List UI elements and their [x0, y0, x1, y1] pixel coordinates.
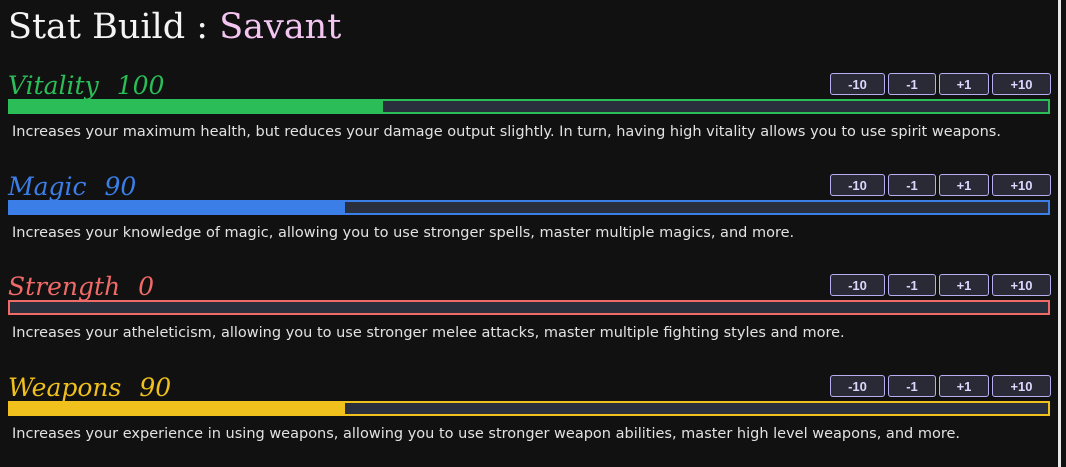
- stat-heading: Vitality 100: [8, 69, 164, 103]
- plus-1-button[interactable]: +1: [939, 73, 989, 95]
- stat-heading: Strength 0: [8, 270, 154, 304]
- stat-vitality: Vitality 100 -10 -1 +1 +10 Increases your…: [0, 69, 1058, 161]
- right-border: [1058, 0, 1061, 467]
- stat-weapons: Weapons 90 -10 -1 +1 +10 Increases your e…: [0, 371, 1058, 463]
- plus-10-button[interactable]: +10: [992, 375, 1051, 397]
- stat-description: Increases your maximum health, but reduc…: [12, 124, 1001, 140]
- plus-10-button[interactable]: +10: [992, 174, 1051, 196]
- stat-description: Increases your atheleticism, allowing yo…: [12, 325, 845, 341]
- stat-adjust-buttons: -10 -1 +1 +10: [830, 73, 1051, 97]
- stat-value: 100: [116, 71, 165, 100]
- stat-name: Strength: [8, 272, 121, 301]
- stat-adjust-buttons: -10 -1 +1 +10: [830, 375, 1051, 399]
- plus-1-button[interactable]: +1: [939, 274, 989, 296]
- stat-progress-bar: [8, 99, 1050, 114]
- plus-10-button[interactable]: +10: [992, 274, 1051, 296]
- stat-progress-bar: [8, 300, 1050, 315]
- minus-1-button[interactable]: -1: [888, 174, 936, 196]
- stat-progress-bar: [8, 401, 1050, 416]
- stat-progress-fill: [10, 403, 346, 414]
- plus-10-button[interactable]: +10: [992, 73, 1051, 95]
- minus-1-button[interactable]: -1: [888, 73, 936, 95]
- stat-description: Increases your experience in using weapo…: [12, 426, 960, 442]
- stat-value: 90: [104, 172, 137, 201]
- minus-10-button[interactable]: -10: [830, 174, 885, 196]
- stat-name: Vitality: [8, 71, 99, 100]
- stat-strength: Strength 0 -10 -1 +1 +10 Increases your a…: [0, 270, 1058, 362]
- stat-value: 90: [139, 373, 172, 402]
- stat-adjust-buttons: -10 -1 +1 +10: [830, 274, 1051, 298]
- stat-magic: Magic 90 -10 -1 +1 +10 Increases your kno…: [0, 170, 1058, 262]
- stat-name: Weapons: [8, 373, 122, 402]
- minus-10-button[interactable]: -10: [830, 375, 885, 397]
- build-name: Savant: [219, 7, 342, 47]
- plus-1-button[interactable]: +1: [939, 375, 989, 397]
- page-title: Stat Build : Savant: [8, 4, 341, 50]
- minus-10-button[interactable]: -10: [830, 274, 885, 296]
- minus-1-button[interactable]: -1: [888, 274, 936, 296]
- minus-10-button[interactable]: -10: [830, 73, 885, 95]
- title-prefix: Stat Build :: [8, 7, 220, 47]
- stat-name: Magic: [8, 172, 87, 201]
- stat-progress-bar: [8, 200, 1050, 215]
- stat-heading: Magic 90: [8, 170, 136, 204]
- stat-value: 0: [138, 272, 155, 301]
- stat-progress-fill: [10, 101, 383, 112]
- minus-1-button[interactable]: -1: [888, 375, 936, 397]
- plus-1-button[interactable]: +1: [939, 174, 989, 196]
- stat-progress-fill: [10, 202, 346, 213]
- stat-description: Increases your knowledge of magic, allow…: [12, 225, 795, 241]
- stat-heading: Weapons 90: [8, 371, 171, 405]
- stat-adjust-buttons: -10 -1 +1 +10: [830, 174, 1051, 198]
